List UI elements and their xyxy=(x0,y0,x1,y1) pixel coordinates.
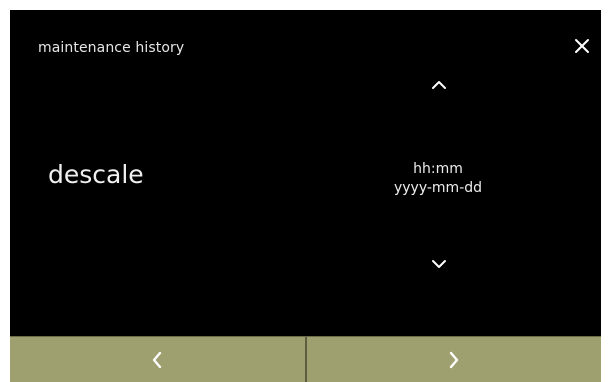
close-icon[interactable] xyxy=(569,33,595,59)
time-value: hh:mm xyxy=(413,161,463,177)
bottom-navigation-bar xyxy=(10,336,601,382)
next-button[interactable] xyxy=(307,337,602,382)
chevron-up-icon[interactable] xyxy=(427,77,451,93)
chevron-right-icon xyxy=(449,351,458,368)
maintenance-item-label: descale xyxy=(48,160,144,189)
chevron-left-icon xyxy=(153,351,162,368)
previous-button[interactable] xyxy=(10,337,307,382)
page-title: maintenance history xyxy=(38,40,185,56)
maintenance-history-screen: maintenance history descale hh:mm yyyy-m… xyxy=(10,10,601,336)
maintenance-timestamp: hh:mm yyyy-mm-dd xyxy=(348,160,528,198)
device-display: maintenance history descale hh:mm yyyy-m… xyxy=(10,10,601,382)
date-value: yyyy-mm-dd xyxy=(393,180,483,196)
chevron-down-icon[interactable] xyxy=(427,256,451,272)
